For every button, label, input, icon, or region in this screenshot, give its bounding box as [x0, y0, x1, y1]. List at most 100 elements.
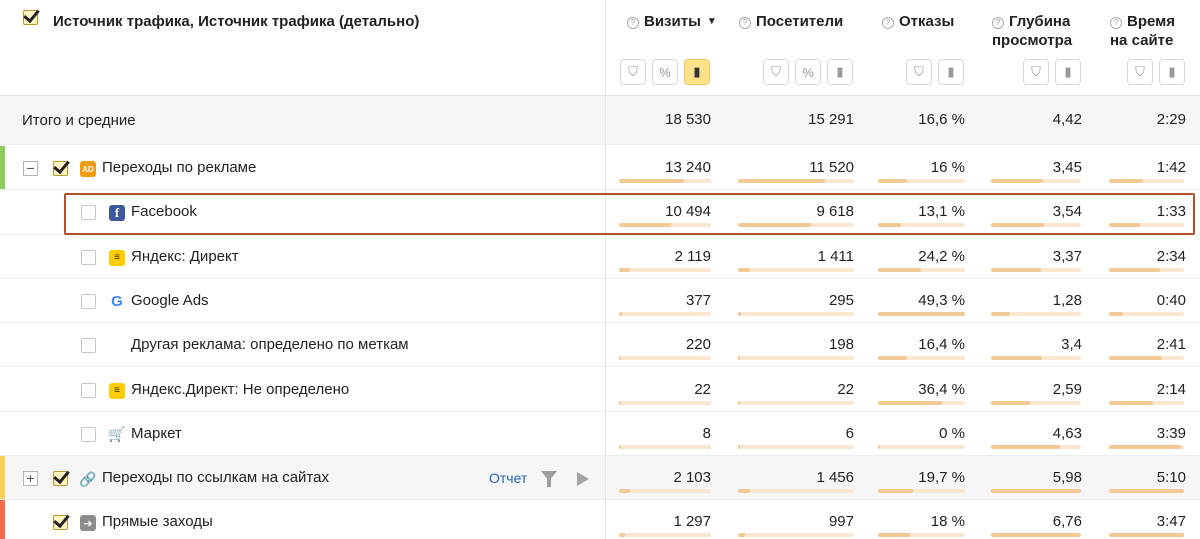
row-label[interactable]: Яндекс: Директ [131, 248, 239, 265]
filter-icon[interactable]: ⛉ [763, 59, 789, 85]
bar-chart-icon: ▮ [693, 64, 701, 79]
bounces-value: 16 % [930, 159, 965, 176]
row-label[interactable]: Прямые заходы [102, 513, 213, 530]
row-checkbox[interactable] [81, 426, 96, 442]
table-row[interactable]: Другая реклама: определено по меткам 220 1… [0, 323, 1200, 368]
column-header-bounces[interactable]: ? Отказы [882, 12, 954, 31]
row-checkbox[interactable] [81, 293, 96, 309]
metric-bar-track [878, 533, 965, 538]
row-checkbox[interactable] [81, 338, 96, 354]
row-label[interactable]: Другая реклама: определено по меткам [131, 336, 409, 353]
row-label[interactable]: Переходы по рекламе [102, 159, 256, 176]
metric-bar-fill [619, 179, 685, 183]
visitors-value: 1 411 [817, 247, 854, 265]
column-header-visitors[interactable]: ? Посетители [739, 12, 843, 31]
column-header-depth[interactable]: ? Глубина просмотра [992, 12, 1072, 50]
table-row[interactable]: ≡ Яндекс.Директ: Не определено 22 22 36,4 % 2… [0, 368, 1200, 412]
totals-label: Итого и средние [22, 112, 136, 129]
row-label[interactable]: Маркет [131, 425, 182, 442]
filter-icon[interactable] [541, 471, 557, 488]
help-icon[interactable]: ? [992, 17, 1004, 29]
table-row[interactable]: − AD Переходы по рекламе 13 240 11 520 16 % 3,… [0, 146, 1200, 191]
metric-bar-fill [991, 400, 1030, 405]
help-icon[interactable]: ? [882, 17, 894, 29]
metric-bar-track [738, 223, 854, 228]
row-checkbox[interactable] [53, 161, 68, 176]
row-checkbox[interactable] [81, 249, 96, 265]
filter-icon[interactable]: ⛉ [1023, 59, 1049, 85]
collapse-toggle[interactable]: − [23, 161, 38, 176]
metric-bar-track [991, 179, 1081, 183]
metric-bar-track [619, 356, 711, 361]
ad-icon: AD [80, 161, 96, 177]
report-link[interactable]: Отчет [489, 470, 527, 486]
metric-bar-fill [619, 489, 631, 494]
time-value: 2:41 [1156, 336, 1186, 354]
totals-depth: 4,42 [1052, 111, 1082, 128]
metric-bar-fill [878, 533, 911, 538]
metric-bar-fill [1109, 533, 1184, 538]
time-value: 0:40 [1156, 291, 1186, 309]
table-row[interactable]: 🛒 Маркет 8 6 0 % 4,63 3:39 [0, 412, 1200, 457]
bounces-value: 36,4 % [918, 380, 965, 398]
filter-icon[interactable]: ⛉ [906, 59, 932, 85]
expand-toggle[interactable]: + [23, 471, 38, 487]
yandex-direct-icon: ≡ [109, 249, 125, 266]
visits-value: 22 [694, 380, 711, 398]
bar-chart-toggle-button[interactable]: ▮ [684, 59, 710, 85]
filter-icon[interactable]: ⛉ [620, 59, 646, 85]
metric-bar-fill [619, 444, 621, 449]
metric-bar-track [1109, 489, 1184, 494]
metric-bar-track [991, 356, 1081, 361]
filter-icon[interactable]: ⛉ [1127, 59, 1153, 85]
percent-toggle-button[interactable]: % [795, 59, 821, 85]
bar-chart-toggle-button[interactable]: ▮ [1055, 59, 1081, 85]
metric-bar-fill [1109, 179, 1143, 183]
bar-chart-toggle-button[interactable]: ▮ [1159, 59, 1185, 85]
table-row[interactable]: + 🔗 Переходы по ссылкам на сайтах 2 103 1 45… [0, 456, 1200, 501]
column-header-time[interactable]: ? Время на сайте [1110, 12, 1175, 50]
select-all-checkbox[interactable] [23, 10, 38, 25]
metric-bar-track [991, 267, 1081, 272]
row-label[interactable]: Google Ads [131, 292, 209, 309]
column-header-visits[interactable]: ? Визиты ▼ [627, 12, 717, 31]
bar-chart-icon: ▮ [1168, 64, 1176, 79]
bar-chart-toggle-button[interactable]: ▮ [827, 59, 853, 85]
row-label[interactable]: Facebook [131, 203, 197, 220]
bounces-value: 0 % [939, 424, 965, 442]
table-row[interactable]: ➜ Прямые заходы 1 297 997 18 % 6,76 3:47 [0, 500, 1200, 539]
sort-desc-icon: ▼ [706, 16, 717, 27]
metric-bar-track [1109, 311, 1184, 316]
visits-value: 377 [685, 291, 711, 309]
row-label[interactable]: Яндекс.Директ: Не определено [131, 381, 349, 398]
visitors-value: 1 456 [816, 469, 854, 487]
bar-chart-icon: ▮ [947, 64, 955, 79]
metric-bar-fill [878, 179, 907, 183]
play-icon[interactable] [577, 472, 589, 487]
help-icon[interactable]: ? [627, 17, 639, 29]
metric-bar-track [738, 356, 854, 361]
row-checkbox[interactable] [81, 205, 96, 221]
table-row[interactable]: ≡ Яндекс: Директ 2 119 1 411 24,2 % 3,37 2:34 [0, 235, 1200, 279]
depth-value: 3,54 [1052, 203, 1082, 221]
metric-bar-track [878, 179, 965, 183]
table-row[interactable]: f Facebook 10 494 9 618 13,1 % 3,54 1:33 [0, 190, 1200, 235]
bar-chart-icon: ▮ [836, 64, 844, 79]
table-row[interactable]: G Google Ads 377 295 49,3 % 1,28 0:40 [0, 279, 1200, 324]
metric-bar-fill [738, 311, 742, 316]
metric-bar-fill [738, 179, 825, 183]
metric-bar-fill [1109, 223, 1140, 228]
metric-bar-track [738, 267, 854, 272]
metric-bar-track [619, 400, 711, 405]
help-icon[interactable]: ? [1110, 17, 1122, 29]
row-checkbox[interactable] [53, 471, 68, 487]
row-label[interactable]: Переходы по ссылкам на сайтах [102, 469, 329, 486]
row-checkbox[interactable] [53, 515, 68, 531]
bar-chart-toggle-button[interactable]: ▮ [938, 59, 964, 85]
metric-bar-fill [1109, 444, 1181, 449]
bounces-value: 49,3 % [918, 291, 965, 309]
metric-bar-fill [991, 489, 1081, 494]
percent-toggle-button[interactable]: % [652, 59, 678, 85]
help-icon[interactable]: ? [739, 17, 751, 29]
row-checkbox[interactable] [81, 382, 96, 398]
